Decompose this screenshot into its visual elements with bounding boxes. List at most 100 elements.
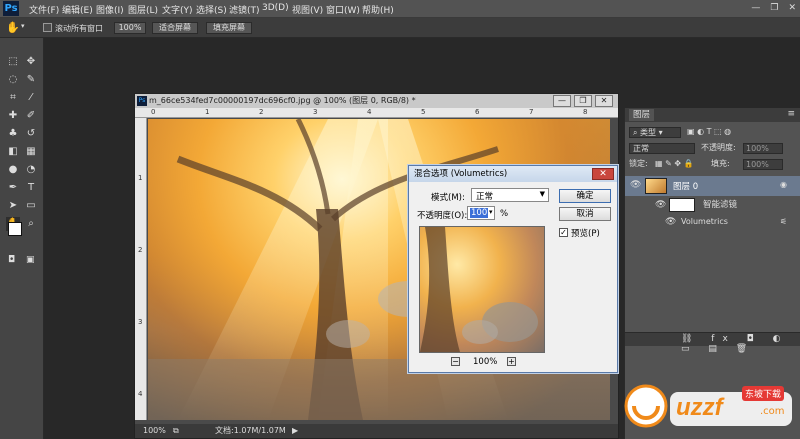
menu-file[interactable]: 文件(F)	[29, 3, 59, 16]
minimize-icon[interactable]: —	[751, 3, 760, 13]
clone-stamp-icon[interactable]: ♣	[6, 127, 20, 141]
tab-layers[interactable]: 图层	[629, 109, 655, 121]
doc-close-button[interactable]: ✕	[595, 95, 613, 107]
type-tool-icon[interactable]: T	[24, 181, 38, 195]
fill-screen-button[interactable]: 填充屏幕	[206, 22, 252, 34]
zoom-tool-icon[interactable]: ⌕	[24, 217, 38, 231]
eye-icon[interactable]: 👁	[665, 214, 676, 230]
lock-icons[interactable]: ▦ ✎ ✥ 🔒	[655, 156, 694, 172]
ps-doc-icon: Ps	[137, 96, 147, 106]
zoom-100-button[interactable]: 100%	[114, 22, 146, 34]
ruler-tick: 3	[313, 108, 318, 116]
zoom-in-button[interactable]: +	[507, 357, 516, 366]
shape-tool-icon[interactable]: ▭	[24, 199, 38, 213]
zoom-level: 100%	[143, 426, 166, 435]
menu-help[interactable]: 帮助(H)	[362, 3, 394, 16]
marquee-tool-icon[interactable]: ⬚	[6, 55, 20, 69]
ruler-tick: 6	[475, 108, 480, 116]
watermark-brand: uzzf	[676, 394, 723, 421]
panel-menu-icon[interactable]: ≡	[787, 109, 795, 119]
doc-restore-button[interactable]: ❐	[574, 95, 592, 107]
history-brush-icon[interactable]: ↺	[24, 127, 38, 141]
smart-filter-label: 智能滤镜	[703, 200, 738, 210]
hand-tool-icon[interactable]: ✋	[6, 21, 20, 34]
ruler-tick: 4	[138, 390, 143, 398]
blend-mode-value: 正常	[633, 144, 649, 153]
fill-input[interactable]: 100%	[743, 159, 783, 170]
status-icon: ⧉	[173, 426, 179, 435]
chevron-down-icon[interactable]: ▾	[21, 22, 25, 30]
crop-tool-icon[interactable]: ⌗	[6, 91, 20, 105]
fit-screen-button[interactable]: 适合屏幕	[152, 22, 198, 34]
dodge-tool-icon[interactable]: ◔	[24, 163, 38, 177]
screen-mode-icon[interactable]: ▣	[26, 255, 35, 265]
menu-bar: Ps 文件(F) 编辑(E) 图像(I) 图层(L) 文字(Y) 选择(S) 滤…	[0, 0, 800, 18]
options-bar: ✋ ▾ 滚动所有窗口 100% 适合屏幕 填充屏幕	[0, 18, 800, 38]
move-tool-icon[interactable]: ✥	[24, 55, 38, 69]
doc-minimize-button[interactable]: —	[553, 95, 571, 107]
ruler-tick: 5	[421, 108, 426, 116]
quick-select-icon[interactable]: ✎	[24, 73, 38, 87]
chevron-down-icon[interactable]: ▾	[489, 208, 493, 216]
opacity-label: 不透明度(O):	[417, 211, 468, 221]
preview-zoom: 100%	[473, 357, 498, 367]
panel-tab-bar: 图层 ≡	[625, 108, 800, 122]
filter-kind-select[interactable]: ⌕ 类型 ▾	[629, 127, 681, 138]
preview-thumbnail[interactable]	[419, 226, 545, 353]
ruler-horizontal: 0 1 2 3 4 5 6 7 8	[135, 108, 618, 118]
lasso-tool-icon[interactable]: ◌	[6, 73, 20, 87]
dialog-close-button[interactable]: ✕	[592, 168, 614, 180]
filter-mask-thumbnail	[669, 198, 695, 212]
eyedropper-icon[interactable]: ⁄	[24, 91, 38, 105]
menu-window[interactable]: 窗口(W)	[326, 3, 360, 16]
layer-action-icons[interactable]: ⛓ fx ◘ ◐ ▭ ▤ 🗑	[681, 334, 800, 354]
menu-layer[interactable]: 图层(L)	[128, 3, 158, 16]
foreground-color-swatch[interactable]	[8, 222, 22, 236]
ruler-tick: 7	[529, 108, 534, 116]
scroll-all-checkbox[interactable]	[43, 23, 52, 32]
menu-type[interactable]: 文字(Y)	[162, 3, 193, 16]
gradient-tool-icon[interactable]: ▦	[24, 145, 38, 159]
watermark-dot-com: .com	[760, 406, 785, 417]
eraser-tool-icon[interactable]: ◧	[6, 145, 20, 159]
filter-effect-row[interactable]: 👁 Volumetrics ⚟	[625, 214, 800, 230]
cancel-button[interactable]: 取消	[559, 207, 611, 221]
document-status-bar: 100% ⧉ 文档:1.07M/1.07M ▶	[135, 424, 618, 438]
filter-row: ⌕ 类型 ▾ ▣ ◐ T ⬚ ◍	[625, 124, 800, 140]
blend-mode-select[interactable]: 正常	[629, 143, 695, 154]
blending-options-dialog: 混合选项 (Volumetrics) ✕ 模式(M): 正常 ▼ 不透明度(O)…	[408, 165, 618, 373]
menu-3d[interactable]: 3D(D)	[262, 3, 289, 13]
layer-row-0[interactable]: 👁 图层 0 ◉	[625, 176, 800, 196]
menu-edit[interactable]: 编辑(E)	[62, 3, 93, 16]
brush-tool-icon[interactable]: ✐	[24, 109, 38, 123]
toolbox: ⬚ ✥ ◌ ✎ ⌗ ⁄ ✚ ✐ ♣ ↺ ◧ ▦ ● ◔ ✒ T ➤ ▭ ✋ ⌕ …	[0, 38, 44, 439]
ok-button[interactable]: 确定	[559, 189, 611, 203]
quick-mask-icon[interactable]: ◘	[8, 255, 15, 265]
menu-view[interactable]: 视图(V)	[292, 3, 323, 16]
eye-icon[interactable]: 👁	[630, 180, 641, 190]
menu-image[interactable]: 图像(I)	[96, 3, 124, 16]
maximize-icon[interactable]: ❐	[770, 3, 778, 13]
blur-tool-icon[interactable]: ●	[6, 163, 20, 177]
ruler-tick: 8	[583, 108, 588, 116]
eye-icon[interactable]: 👁	[655, 197, 666, 213]
mode-select[interactable]: 正常 ▼	[471, 188, 549, 202]
layer-opacity-input[interactable]: 100%	[743, 143, 783, 154]
lock-label: 锁定:	[629, 159, 648, 168]
menu-filter[interactable]: 滤镜(T)	[229, 3, 260, 16]
opacity-label: 不透明度:	[701, 143, 736, 152]
menu-select[interactable]: 选择(S)	[196, 3, 227, 16]
pen-tool-icon[interactable]: ✒	[6, 181, 20, 195]
zoom-out-button[interactable]: −	[451, 357, 460, 366]
healing-brush-icon[interactable]: ✚	[6, 109, 20, 123]
ruler-tick: 1	[205, 108, 210, 116]
preview-checkbox[interactable]: ✓	[559, 228, 568, 237]
path-select-icon[interactable]: ➤	[6, 199, 20, 213]
preview-image	[420, 227, 538, 352]
smart-filter-row[interactable]: 👁 智能滤镜	[625, 196, 800, 214]
filter-options-icon[interactable]: ⚟	[780, 214, 787, 230]
document-title: m_66ce534fed7c00000197dc696cf0.jpg @ 100…	[135, 94, 618, 108]
close-icon[interactable]: ✕	[788, 3, 796, 13]
status-menu-icon[interactable]: ▶	[292, 424, 298, 438]
filter-icons[interactable]: ▣ ◐ T ⬚ ◍	[687, 124, 731, 140]
